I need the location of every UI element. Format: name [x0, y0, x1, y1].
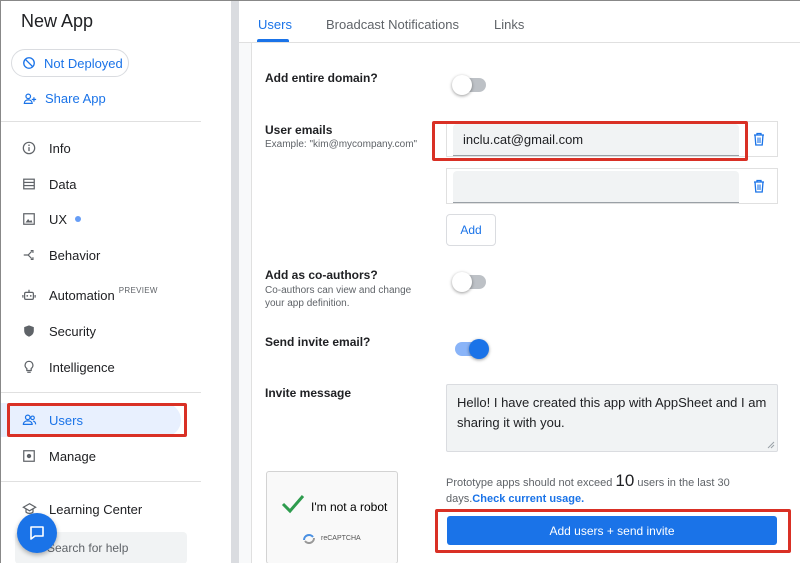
robot-icon [21, 287, 37, 303]
coauthors-label: Add as co-authors? [265, 268, 378, 282]
emails-hint: Example: "kim@mycompany.com" [265, 139, 418, 150]
share-app-label: Share App [45, 91, 106, 106]
sidebar-item-label: Data [49, 176, 77, 192]
add-users-send-invite-button[interactable]: Add users + send invite [447, 516, 777, 545]
sidebar-item-label: Automation [49, 287, 115, 303]
invite-message-text: Hello! I have created this app with AppS… [457, 395, 767, 430]
shield-icon [21, 323, 37, 339]
app-title: New App [21, 11, 94, 31]
sidebar-item-behavior[interactable]: Behavior [1, 238, 201, 272]
coauthors-hint: your app definition. [265, 298, 350, 309]
tab-users[interactable]: Users [258, 17, 292, 32]
sidebar-item-label: Manage [49, 448, 96, 464]
sidebar-item-security[interactable]: Security [1, 314, 201, 348]
invite-message-textarea[interactable]: Hello! I have created this app with AppS… [446, 384, 778, 452]
deploy-status-button[interactable]: Not Deployed [11, 49, 129, 77]
sidebar-item-intelligence[interactable]: Intelligence [1, 350, 201, 384]
branch-icon [21, 247, 37, 263]
add-email-button[interactable]: Add [446, 214, 496, 246]
sidebar-item-manage[interactable]: Manage [1, 439, 201, 473]
send-invite-toggle[interactable] [455, 339, 489, 359]
sidebar-item-automation[interactable]: Automation PREVIEW [1, 278, 201, 312]
sidebar-divider [1, 392, 201, 393]
limit-prefix: Prototype apps should not exceed [446, 477, 613, 489]
sidebar-item-label: Info [49, 140, 71, 156]
info-icon [21, 140, 37, 156]
sidebar-item-label: Intelligence [49, 359, 115, 375]
image-icon [21, 211, 37, 227]
sidebar-item-ux[interactable]: UX [1, 202, 201, 236]
recaptcha-label: I'm not a robot [311, 500, 388, 514]
lightbulb-icon [21, 359, 37, 375]
sidebar-item-label: Behavior [49, 247, 101, 263]
trash-icon[interactable] [753, 132, 765, 151]
sidebar-divider [1, 121, 201, 122]
checkmark-icon[interactable] [281, 494, 305, 514]
trash-icon[interactable] [753, 179, 765, 198]
sidebar-divider [1, 481, 201, 482]
toggle-knob [452, 75, 472, 95]
recaptcha-brand: reCAPTCHA [321, 535, 361, 542]
emails-label: User emails [265, 123, 333, 137]
table-icon [21, 176, 37, 192]
email-row [446, 168, 778, 204]
sidebar-item-label: Users [49, 412, 83, 428]
sidebar-item-users[interactable]: Users [1, 403, 181, 437]
limit-number: 10 [615, 471, 635, 490]
send-invite-label: Send invite email? [265, 335, 371, 349]
coauthors-toggle[interactable] [452, 272, 486, 292]
user-limit-notice: Prototype apps should not exceed 10 user… [446, 471, 766, 507]
email-row: inclu.cat@gmail.com [446, 121, 778, 157]
person-add-icon [23, 92, 37, 104]
toggle-knob [452, 272, 472, 292]
sidebar-item-label: Learning Center [49, 501, 143, 517]
recaptcha-logo-icon [303, 534, 315, 544]
chat-button[interactable] [17, 513, 57, 553]
sidebar-item-info[interactable]: Info [1, 131, 201, 165]
domain-toggle[interactable] [452, 75, 486, 95]
share-app-button[interactable]: Share App [23, 91, 106, 106]
gutter [201, 1, 233, 563]
message-label: Invite message [265, 386, 352, 400]
sidebar: New App Not Deployed Share App Info Data… [1, 1, 201, 563]
coauthors-hint: Co-authors can view and change [265, 285, 412, 296]
toggle-knob [469, 339, 489, 359]
sidebar-item-data[interactable]: Data [1, 167, 201, 201]
chat-icon [30, 526, 44, 540]
active-tab-indicator [257, 39, 289, 42]
unsaved-dot-indicator [75, 216, 82, 222]
sidebar-item-label: UX [49, 211, 68, 227]
deploy-status-label: Not Deployed [44, 55, 123, 71]
resize-grip-icon[interactable] [767, 441, 775, 449]
check-usage-link[interactable]: Check current usage. [472, 493, 584, 505]
sidebar-item-label: Security [49, 323, 96, 339]
people-icon [21, 412, 37, 428]
main-panel: Users Broadcast Notifications Links Add … [239, 1, 800, 563]
email-input[interactable]: inclu.cat@gmail.com [453, 124, 739, 156]
email-input[interactable] [453, 171, 739, 203]
recaptcha-widget: I'm not a robot reCAPTCHA [266, 471, 398, 563]
preview-tag: PREVIEW [118, 285, 158, 295]
not-deployed-icon [23, 57, 35, 69]
tab-bar: Users Broadcast Notifications Links [239, 1, 800, 43]
tab-links[interactable]: Links [494, 17, 524, 32]
panel-divider[interactable] [231, 1, 239, 563]
gear-icon [21, 448, 37, 464]
users-form: Add entire domain? User emails Example: … [251, 43, 800, 563]
tab-broadcast-notifications[interactable]: Broadcast Notifications [326, 17, 459, 32]
domain-label: Add entire domain? [265, 71, 378, 85]
